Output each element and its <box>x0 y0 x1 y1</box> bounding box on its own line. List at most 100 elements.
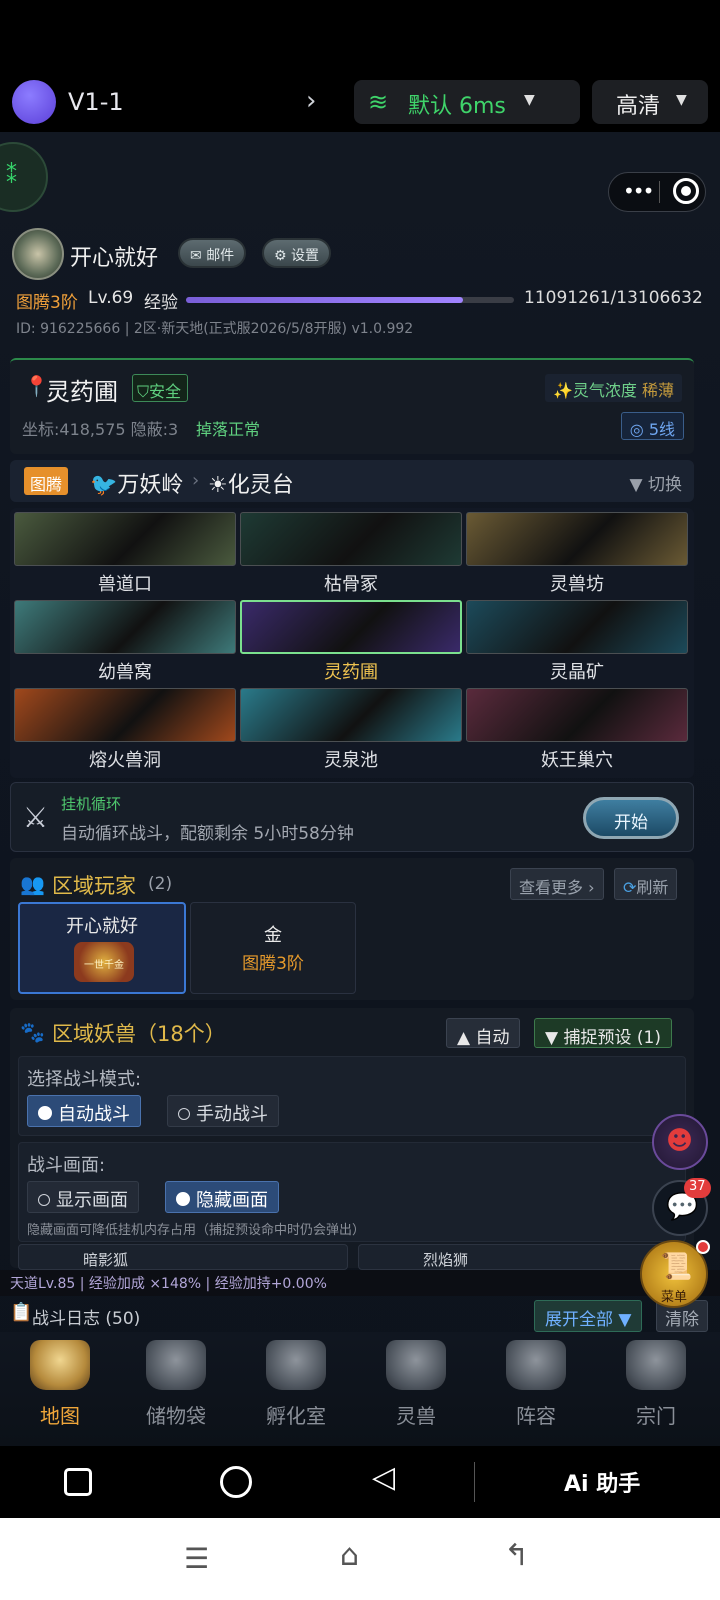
map-cell[interactable]: 灵晶矿 <box>464 598 688 684</box>
afk-loop-panel: ⚔ 挂机循环 自动循环战斗，配额剩余 5小时58分钟 开始 <box>10 782 694 852</box>
nav-item-formation[interactable]: 阵容 <box>476 1332 596 1442</box>
player-card-self[interactable]: 开心就好 一世千金 <box>18 902 186 994</box>
users-icon: 👥 <box>20 872 45 896</box>
players-title: 区域玩家 <box>52 874 136 898</box>
battle-log-bar: 📋 战斗日志 (50) 展开全部 ▼ 清除 <box>0 1296 720 1336</box>
player-card-name: 开心就好 <box>66 916 138 937</box>
map-cell[interactable]: 灵泉池 <box>238 686 462 772</box>
map-cell[interactable]: 幼兽窝 <box>12 598 236 684</box>
nav-label: 宗门 <box>636 1404 676 1428</box>
player-card[interactable]: 金 图腾3阶 <box>190 902 356 994</box>
view-more-button[interactable]: 查看更多 › <box>510 868 604 900</box>
settings-button[interactable]: ⚙ 设置 <box>262 238 332 268</box>
map-cell[interactable]: 熔火兽洞 <box>12 686 236 772</box>
exp-label: 经验 <box>144 293 178 313</box>
area-label: 万妖岭 <box>117 473 184 498</box>
quality-label: 高清 <box>616 94 661 119</box>
title-badge-emblem: 一世千金 <box>74 942 134 982</box>
map-name: 幼兽窝 <box>98 662 152 683</box>
drop-status: 掉落正常 <box>196 420 261 439</box>
auto-battle-radio[interactable]: 自动战斗 <box>27 1095 141 1127</box>
mail-icon: ✉ <box>190 248 207 264</box>
egg-icon <box>266 1340 326 1390</box>
map-cell[interactable]: 妖王巢穴 <box>464 686 688 772</box>
home-icon[interactable] <box>220 1466 252 1498</box>
nav-item-hatchery[interactable]: 孵化室 <box>236 1332 356 1442</box>
server-line-button[interactable]: ◎ 5线 <box>620 412 684 440</box>
aura-value: 稀薄 <box>641 381 674 400</box>
close-target-icon[interactable] <box>673 178 699 204</box>
ai-assistant-button[interactable]: Ai 助手 <box>564 1466 640 1498</box>
region-beasts-panel: 🐾 区域妖兽（18个） ▲ 自动 ▼ 捕捉预设 (1) 选择战斗模式: 自动战斗… <box>10 1008 694 1270</box>
afk-start-button[interactable]: 开始 <box>583 797 679 839</box>
aura-indicator: ✨灵气浓度 稀薄 <box>544 374 682 402</box>
beast-card[interactable]: 烈焰狮 <box>358 1244 688 1270</box>
battle-screen-section: 战斗画面: 显示画面 隐藏画面 隐藏画面可降低挂机内存占用（捕捉预设命中时仍会弹… <box>18 1142 686 1242</box>
network-selector[interactable]: ≋ 默认 6ms ▼ <box>354 80 580 124</box>
paw-icon: 🐾 <box>20 1020 45 1044</box>
screen: V1-1 › ≋ 默认 6ms ▼ 高清 ▼ ⁑ ••• 开心就好 ✉ 邮件 ⚙… <box>0 0 720 1600</box>
beast-name: 烈焰狮 <box>423 1251 469 1269</box>
back-icon[interactable]: ◁ <box>372 1460 395 1495</box>
app-title: V1-1 <box>68 88 124 116</box>
map-thumbnail <box>14 688 236 742</box>
player-name: 开心就好 <box>70 246 159 271</box>
map-name: 灵泉池 <box>324 750 378 771</box>
assist-icon: ⁑ <box>6 164 17 189</box>
recents-icon[interactable] <box>64 1468 92 1496</box>
beast-card[interactable]: 暗影狐 <box>18 1244 348 1270</box>
map-name: 妖王巢穴 <box>541 750 613 771</box>
menu-lines-icon[interactable]: ☰ <box>184 1542 209 1575</box>
map-name: 灵晶矿 <box>550 662 604 683</box>
map-cell[interactable]: 兽道口 <box>12 510 236 596</box>
show-screen-label: 显示画面 <box>56 1190 128 1211</box>
location-card: 📍 灵药圃 ⛉安全 ✨灵气浓度 稀薄 坐标:418,575 隐蔽:3 掉落正常 … <box>10 358 694 454</box>
map-name: 熔火兽洞 <box>89 750 161 771</box>
return-icon[interactable]: ↰ <box>504 1538 529 1573</box>
beast-name: 暗影狐 <box>83 1251 129 1269</box>
home-outline-icon[interactable]: ⌂ <box>340 1538 359 1573</box>
hide-screen-radio[interactable]: 隐藏画面 <box>165 1181 279 1213</box>
mail-button[interactable]: ✉ 邮件 <box>178 238 247 268</box>
refresh-button[interactable]: ⟳刷新 <box>614 868 678 900</box>
breadcrumb-separator: › <box>192 470 200 491</box>
expand-all-button[interactable]: 展开全部 ▼ <box>534 1300 643 1332</box>
map-thumbnail <box>240 512 462 566</box>
nav-item-sect[interactable]: 宗门 <box>596 1332 716 1442</box>
map-thumbnail <box>240 688 462 742</box>
nav-item-map[interactable]: 地图 <box>0 1332 120 1442</box>
formation-icon <box>506 1340 566 1390</box>
gesture-bar: ☰ ⌂ ↰ <box>0 1518 720 1600</box>
map-cell-selected[interactable]: 灵药圃 <box>238 598 462 684</box>
crossed-swords-icon: ⚔ <box>23 801 49 834</box>
switch-button[interactable]: ▼ 切换 <box>630 470 682 495</box>
nav-item-bag[interactable]: 储物袋 <box>116 1332 236 1442</box>
more-icon[interactable]: ••• <box>623 179 654 203</box>
quality-selector[interactable]: 高清 ▼ <box>592 80 708 124</box>
capture-preset-button[interactable]: ▼ 捕捉预设 (1) <box>534 1018 672 1048</box>
coordinates: 坐标:418,575 隐蔽:3 <box>22 416 178 440</box>
safe-label: 安全 <box>149 382 182 401</box>
map-thumbnail <box>466 688 688 742</box>
avatar[interactable] <box>12 228 64 280</box>
demon-event-button[interactable]: ☻ <box>652 1114 708 1170</box>
settings-label: 设置 <box>291 248 320 264</box>
manual-battle-radio[interactable]: 手动战斗 <box>167 1095 279 1127</box>
nav-item-beasts[interactable]: 灵兽 <box>356 1332 476 1442</box>
auto-toggle-button[interactable]: ▲ 自动 <box>446 1018 521 1048</box>
show-screen-radio[interactable]: 显示画面 <box>27 1181 139 1213</box>
network-label: 默认 6ms <box>408 94 506 119</box>
area-name[interactable]: 🐦万妖岭 <box>90 467 183 499</box>
chevron-right-icon[interactable]: › <box>306 86 316 116</box>
coord-text: 坐标:418,575 <box>22 420 126 439</box>
mail-label: 邮件 <box>206 248 235 264</box>
map-cell[interactable]: 灵兽坊 <box>464 510 688 596</box>
storage-bag-icon <box>146 1340 206 1390</box>
battle-log-label: 战斗日志 (50) <box>32 1309 141 1329</box>
app-icon[interactable] <box>12 80 56 124</box>
menu-notification-dot <box>696 1240 710 1254</box>
floating-assist-button[interactable]: ⁑ <box>0 142 48 212</box>
zone-label: 化灵台 <box>227 473 294 498</box>
zone-name[interactable]: ☀化灵台 <box>208 467 294 499</box>
map-cell[interactable]: 枯骨冢 <box>238 510 462 596</box>
